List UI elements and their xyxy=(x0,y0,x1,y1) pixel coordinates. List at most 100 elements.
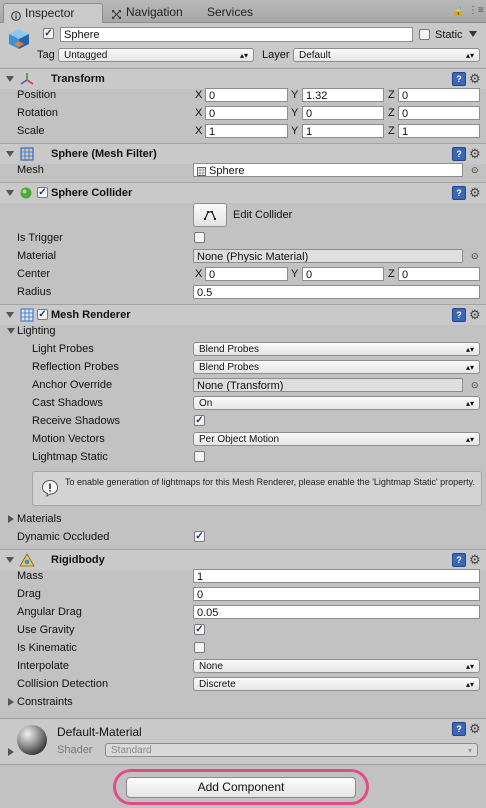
foldout-arrow-icon[interactable] xyxy=(6,76,14,82)
transform-header[interactable]: Transform ? ⚙ xyxy=(0,68,486,89)
gear-icon[interactable]: ⚙ xyxy=(469,308,481,321)
constraints-foldout-icon[interactable] xyxy=(8,698,14,706)
drag-field[interactable]: 0 xyxy=(193,587,480,601)
sphere-collider-title: Sphere Collider xyxy=(51,187,133,199)
gear-icon[interactable]: ⚙ xyxy=(469,147,481,160)
help-icon[interactable]: ? xyxy=(452,308,466,322)
edit-collider-label: Edit Collider xyxy=(233,209,293,221)
mesh-filter-header[interactable]: Sphere (Mesh Filter) ? ⚙ xyxy=(0,143,486,164)
lighting-label[interactable]: Lighting xyxy=(17,324,56,338)
help-icon[interactable]: ? xyxy=(452,722,466,736)
sphere-collider-icon xyxy=(20,187,32,199)
foldout-arrow-icon[interactable] xyxy=(6,557,14,563)
physic-material-field[interactable]: None (Physic Material) xyxy=(193,249,463,263)
info-bubble-icon xyxy=(41,479,59,498)
position-y-axis: Y xyxy=(291,89,299,101)
add-component-button[interactable]: Add Component xyxy=(126,777,356,798)
object-active-checkbox[interactable]: ✓ xyxy=(43,28,54,39)
center-x-field[interactable]: 0 xyxy=(205,267,288,281)
sphere-collider-header[interactable]: ✓ Sphere Collider ? ⚙ xyxy=(0,182,486,203)
gameobject-cube-icon xyxy=(7,27,31,51)
layer-dropdown[interactable]: Default ▴▾ xyxy=(293,48,480,62)
edit-collider-button[interactable] xyxy=(193,203,227,227)
is-kinematic-label: Is Kinematic xyxy=(17,642,77,654)
lightmap-info-text: To enable generation of lightmaps for th… xyxy=(65,477,476,487)
is-kinematic-checkbox[interactable] xyxy=(194,642,205,653)
center-y-field[interactable]: 0 xyxy=(302,267,384,281)
constraints-label[interactable]: Constraints xyxy=(17,695,73,709)
foldout-arrow-icon[interactable] xyxy=(6,151,14,157)
help-icon[interactable]: ? xyxy=(452,147,466,161)
mesh-object-field[interactable]: Sphere xyxy=(193,163,463,177)
is-trigger-checkbox[interactable] xyxy=(194,232,205,243)
position-x-field[interactable]: 0 xyxy=(205,88,288,102)
gear-icon[interactable]: ⚙ xyxy=(469,722,481,735)
position-z-axis: Z xyxy=(388,89,395,101)
position-y-field[interactable]: 1.32 xyxy=(302,88,384,102)
rotation-z-field[interactable]: 0 xyxy=(398,106,480,120)
angular-drag-field[interactable]: 0.05 xyxy=(193,605,480,619)
mesh-value: Sphere xyxy=(209,165,245,177)
tab-services[interactable]: Services xyxy=(207,3,267,22)
rotation-x-field[interactable]: 0 xyxy=(205,106,288,120)
shader-dropdown[interactable]: Standard ▾ xyxy=(105,743,478,757)
rotation-label: Rotation xyxy=(17,107,58,119)
mesh-renderer-header[interactable]: ✓ Mesh Renderer ? ⚙ xyxy=(0,304,486,325)
reflection-probes-dropdown[interactable]: Blend Probes ▴▾ xyxy=(193,360,480,374)
radius-field[interactable]: 0.5 xyxy=(193,285,480,299)
tab-inspector[interactable]: Inspector xyxy=(3,3,103,23)
collision-detection-label: Collision Detection xyxy=(17,678,109,690)
materials-label[interactable]: Materials xyxy=(17,512,62,526)
sphere-collider-enabled-checkbox[interactable]: ✓ xyxy=(37,187,48,198)
dynamic-occluded-checkbox[interactable]: ✓ xyxy=(194,531,205,542)
object-picker-icon[interactable]: ⊙ xyxy=(471,249,479,263)
material-foldout-icon[interactable] xyxy=(8,748,14,756)
rotation-y-axis: Y xyxy=(291,107,299,119)
motion-vectors-dropdown[interactable]: Per Object Motion ▴▾ xyxy=(193,432,480,446)
tab-navigation[interactable]: Navigation xyxy=(109,3,199,22)
static-dropdown-arrow-icon[interactable] xyxy=(469,31,477,37)
foldout-arrow-icon[interactable] xyxy=(6,190,14,196)
help-icon[interactable]: ? xyxy=(452,72,466,86)
interpolate-dropdown[interactable]: None ▴▾ xyxy=(193,659,480,673)
foldout-arrow-icon[interactable] xyxy=(6,312,14,318)
rotation-y-field[interactable]: 0 xyxy=(302,106,384,120)
anchor-override-field[interactable]: None (Transform) xyxy=(193,378,463,392)
lighting-foldout-icon[interactable] xyxy=(7,328,15,334)
interpolate-label: Interpolate xyxy=(17,660,69,672)
scale-y-field[interactable]: 1 xyxy=(302,124,384,138)
gear-icon[interactable]: ⚙ xyxy=(469,553,481,566)
center-y-axis: Y xyxy=(291,268,299,280)
collision-detection-dropdown[interactable]: Discrete ▴▾ xyxy=(193,677,480,691)
scale-z-field[interactable]: 1 xyxy=(398,124,480,138)
cast-shadows-dropdown[interactable]: On ▴▾ xyxy=(193,396,480,410)
position-z-field[interactable]: 0 xyxy=(398,88,480,102)
lock-icon[interactable]: 🔒 xyxy=(452,6,464,17)
window-menu-icon[interactable]: ⋮≡ xyxy=(468,5,484,16)
static-checkbox[interactable] xyxy=(419,29,430,40)
mesh-filter-icon xyxy=(20,147,34,161)
lightmap-static-checkbox[interactable] xyxy=(194,451,205,462)
object-name-input[interactable]: Sphere xyxy=(60,27,413,42)
layer-value: Default xyxy=(299,50,331,61)
receive-shadows-checkbox[interactable]: ✓ xyxy=(194,415,205,426)
light-probes-dropdown[interactable]: Blend Probes ▴▾ xyxy=(193,342,480,356)
rigidbody-header[interactable]: Rigidbody ? ⚙ xyxy=(0,549,486,570)
object-picker-icon[interactable]: ⊙ xyxy=(471,378,479,392)
help-icon[interactable]: ? xyxy=(452,186,466,200)
object-picker-icon[interactable]: ⊙ xyxy=(471,163,479,177)
gear-icon[interactable]: ⚙ xyxy=(469,186,481,199)
scale-x-field[interactable]: 1 xyxy=(205,124,288,138)
material-name: Default-Material xyxy=(57,725,142,739)
materials-foldout-icon[interactable] xyxy=(8,515,14,523)
help-icon[interactable]: ? xyxy=(452,553,466,567)
mass-field[interactable]: 1 xyxy=(193,569,480,583)
dropdown-arrows-icon: ▴▾ xyxy=(465,51,474,60)
mesh-renderer-enabled-checkbox[interactable]: ✓ xyxy=(37,309,48,320)
center-z-field[interactable]: 0 xyxy=(398,267,480,281)
tag-dropdown[interactable]: Untagged ▴▾ xyxy=(58,48,254,62)
gear-icon[interactable]: ⚙ xyxy=(469,72,481,85)
use-gravity-checkbox[interactable]: ✓ xyxy=(194,624,205,635)
tab-bar: Inspector Navigation Services 🔒 ⋮≡ xyxy=(0,0,486,23)
dropdown-arrow-icon: ▾ xyxy=(467,746,472,755)
